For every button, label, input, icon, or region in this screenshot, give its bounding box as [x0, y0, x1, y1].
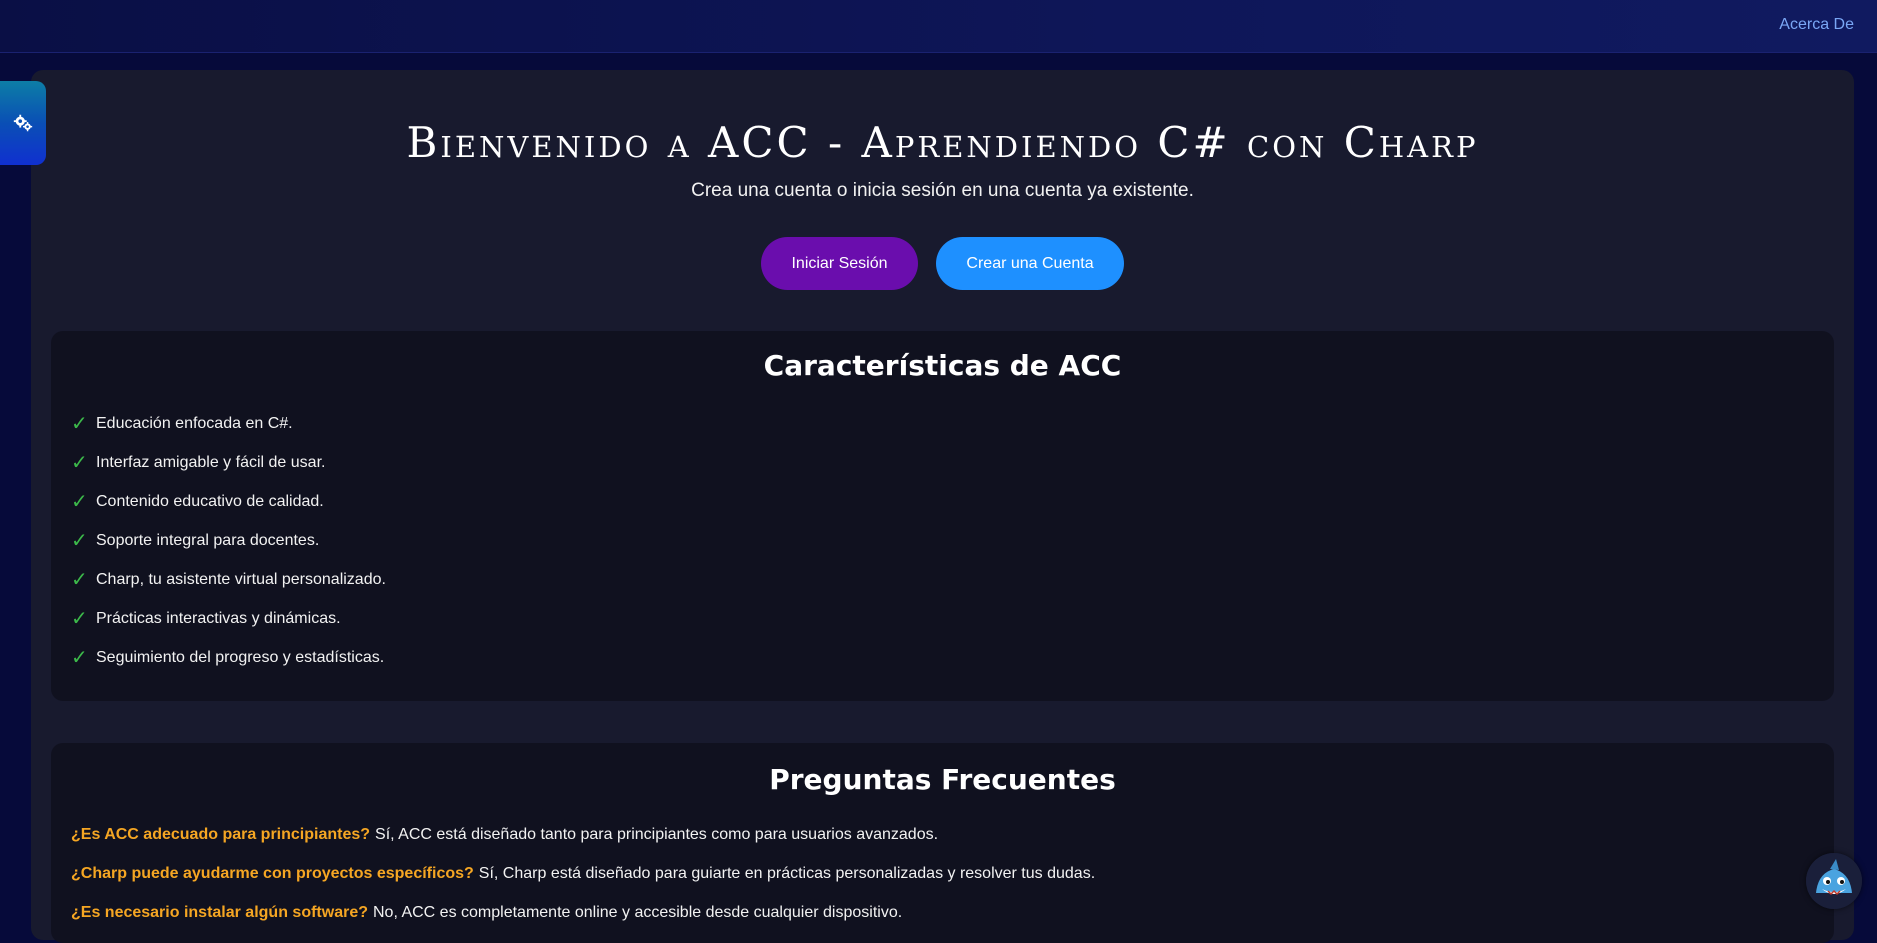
- faq-item: ¿Es necesario instalar algún software? No…: [71, 893, 1095, 932]
- faq-list: ¿Es ACC adecuado para principiantes? Sí, …: [71, 815, 1095, 932]
- faq-answer: Sí, ACC está diseñado tanto para princip…: [375, 825, 939, 843]
- check-icon: ✓: [71, 530, 88, 552]
- faq-title: Preguntas Frecuentes: [769, 763, 1116, 796]
- feature-item: ✓ Soporte integral para docentes.: [71, 521, 386, 560]
- top-navbar: Acerca De: [0, 0, 1877, 53]
- check-icon: ✓: [71, 491, 88, 513]
- check-icon: ✓: [71, 647, 88, 669]
- feature-item: ✓ Charp, tu asistente virtual personaliza…: [71, 560, 386, 599]
- faq-question: ¿Es ACC adecuado para principiantes?: [71, 825, 371, 843]
- feature-text: Seguimiento del progreso y estadísticas.: [96, 648, 385, 666]
- check-icon: ✓: [71, 569, 88, 591]
- assistant-avatar-button[interactable]: [1806, 853, 1862, 909]
- signup-button[interactable]: Crear una Cuenta: [936, 237, 1124, 290]
- faq-item: ¿Es ACC adecuado para principiantes? Sí, …: [71, 815, 1095, 854]
- check-icon: ✓: [71, 608, 88, 630]
- check-icon: ✓: [71, 452, 88, 474]
- feature-text: Contenido educativo de calidad.: [96, 492, 324, 510]
- feature-text: Prácticas interactivas y dinámicas.: [96, 609, 341, 627]
- feature-item: ✓ Prácticas interactivas y dinámicas.: [71, 599, 386, 638]
- login-button[interactable]: Iniciar Sesión: [761, 237, 918, 290]
- features-list: ✓ Educación enfocada en C#. ✓ Interfaz ami…: [71, 404, 386, 677]
- nav-link-about[interactable]: Acerca De: [1779, 16, 1854, 34]
- features-card: Características de ACC ✓ Educación enfoca…: [51, 331, 1834, 701]
- faq-card: Preguntas Frecuentes ¿Es ACC adecuado pa…: [51, 743, 1834, 943]
- features-title: Características de ACC: [763, 349, 1122, 382]
- feature-text: Interfaz amigable y fácil de usar.: [96, 453, 326, 471]
- check-icon: ✓: [71, 413, 88, 435]
- shark-mascot-icon: [1806, 853, 1862, 909]
- feature-text: Charp, tu asistente virtual personalizad…: [96, 570, 386, 588]
- feature-item: ✓ Educación enfocada en C#.: [71, 404, 386, 443]
- faq-question: ¿Charp puede ayudarme con proyectos espe…: [71, 864, 474, 882]
- feature-item: ✓ Interfaz amigable y fácil de usar.: [71, 443, 386, 482]
- feature-text: Soporte integral para docentes.: [96, 531, 320, 549]
- faq-answer: Sí, Charp está diseñado para guiarte en …: [478, 864, 1096, 882]
- page-title: Bienvenido a ACC - Aprendiendo C# con Ch…: [406, 118, 1479, 167]
- feature-item: ✓ Seguimiento del progreso y estadísticas…: [71, 638, 386, 677]
- page-subtitle: Crea una cuenta o inicia sesión en una c…: [691, 180, 1194, 201]
- feature-item: ✓ Contenido educativo de calidad.: [71, 482, 386, 521]
- faq-answer: No, ACC es completamente online y accesi…: [372, 903, 903, 921]
- faq-item: ¿Charp puede ayudarme con proyectos espe…: [71, 854, 1095, 893]
- faq-question: ¿Es necesario instalar algún software?: [71, 903, 368, 921]
- feature-text: Educación enfocada en C#.: [96, 414, 293, 432]
